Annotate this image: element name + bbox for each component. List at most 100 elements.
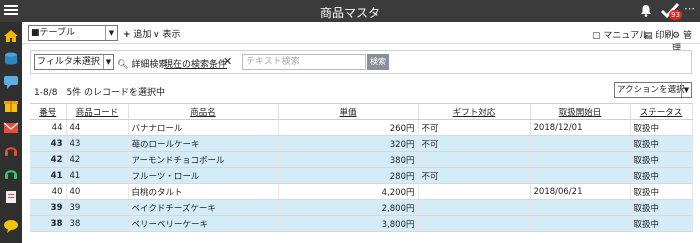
cell-price: 4,200円	[278, 183, 419, 200]
gear-icon: ⚙	[672, 31, 681, 41]
cell-name: アーモンドチョコボール	[128, 151, 279, 168]
cell-code: 39	[66, 199, 129, 216]
notification-badge: 93	[669, 10, 682, 20]
chevron-down-icon: ▼	[105, 26, 117, 40]
chevron-down-icon: ▼	[103, 55, 113, 69]
cell-name: フルーツ・ロール	[128, 167, 279, 184]
gift-icon[interactable]	[3, 97, 19, 113]
table-row[interactable]: 43 43 苺のロールケーキ 320円 不可 取扱中	[30, 135, 693, 152]
table-row[interactable]: 42 42 アーモンドチョコボール 380円 取扱中	[30, 151, 693, 168]
cell-code: 43	[66, 135, 129, 152]
detail-search-label: 詳細検索	[131, 60, 168, 70]
support-icon[interactable]	[3, 143, 19, 159]
current-conditions-link[interactable]: 現在の検索条件	[164, 57, 227, 70]
manual-link[interactable]: ▢ マニュアル	[592, 28, 648, 41]
cell-no: 38	[30, 215, 67, 232]
home-icon[interactable]	[3, 28, 19, 44]
cell-name: 白桃のタルト	[128, 183, 279, 200]
cell-name: ベイクドチーズケーキ	[128, 199, 279, 216]
chevron-down-icon: ▼	[681, 83, 691, 97]
cell-no: 41	[30, 167, 67, 184]
cell-code: 41	[66, 167, 129, 184]
cell-gift: 不可	[418, 119, 531, 136]
cell-no: 40	[30, 183, 67, 200]
column-header-status[interactable]: ステータス	[630, 103, 693, 120]
manual-icon: ▢	[592, 31, 601, 41]
cell-no: 43	[30, 135, 67, 152]
cell-start-date: 2018/06/21	[530, 183, 631, 200]
text-search-input[interactable]: テキスト検索	[242, 54, 366, 70]
clear-filter-icon[interactable]: ✕	[223, 55, 232, 68]
cell-no: 42	[30, 151, 67, 168]
cell-code: 40	[66, 183, 129, 200]
column-header-price[interactable]: 単価	[278, 103, 419, 120]
table-header-row: 番号 商品コード 商品名 単価 ギフト対応 取扱開始日 ステータス	[30, 103, 693, 120]
table-row[interactable]: 38 38 ベリーベリーケーキ 3,800円 取扱中	[30, 215, 693, 232]
chat-icon[interactable]	[3, 74, 19, 90]
cell-code: 42	[66, 151, 129, 168]
filter-bar: フィルタ未選択 ▼ 🔍︎ 詳細検索 現在の検索条件 ✕ テキスト検索 検索	[30, 50, 692, 74]
cell-code: 38	[66, 215, 129, 232]
print-label: 印刷	[655, 31, 674, 41]
action-select-value: アクションを選択	[617, 85, 685, 95]
cell-status: 取扱中	[630, 199, 693, 216]
chevron-down-icon: ∨	[153, 30, 160, 40]
filter-select[interactable]: フィルタ未選択 ▼	[34, 54, 114, 70]
search-icon: 🔍︎	[117, 60, 129, 70]
cell-start-date	[530, 167, 631, 184]
cell-gift	[418, 151, 531, 168]
cell-price: 320円	[278, 135, 419, 152]
add-button[interactable]: + 追加	[123, 27, 151, 40]
mail-icon[interactable]	[3, 120, 19, 136]
cell-name: バナナロール	[128, 119, 279, 136]
cell-start-date	[530, 151, 631, 168]
column-header-code[interactable]: 商品コード	[66, 103, 129, 120]
table-body: 44 44 バナナロール 260円 不可 2018/12/01 取扱中 43 4…	[30, 119, 693, 232]
filter-select-value: フィルタ未選択	[37, 57, 100, 67]
app-header: 商品マスタ 93 ⋯	[0, 0, 700, 22]
bell-icon[interactable]	[640, 4, 652, 17]
cell-status: 取扱中	[630, 183, 693, 200]
column-header-start-date[interactable]: 取扱開始日	[530, 103, 631, 120]
left-sidebar	[0, 22, 22, 243]
manual-label: マニュアル	[603, 31, 649, 41]
cell-status: 取扱中	[630, 151, 693, 168]
cell-price: 260円	[278, 119, 419, 136]
toolbar: ■テーブル ▼ + 追加 ∨ 表示 ▢ マニュアル ▤ 印刷 ⚙ 管理	[22, 22, 700, 54]
cell-gift	[418, 215, 531, 232]
print-link[interactable]: ▤ 印刷	[644, 28, 673, 41]
table-row[interactable]: 44 44 バナナロール 260円 不可 2018/12/01 取扱中	[30, 119, 693, 136]
display-button[interactable]: ∨ 表示	[153, 27, 180, 40]
cell-gift: 不可	[418, 167, 531, 184]
cell-start-date	[530, 215, 631, 232]
column-header-gift[interactable]: ギフト対応	[418, 103, 531, 120]
view-select[interactable]: ■テーブル ▼	[28, 25, 118, 41]
cell-price: 2,800円	[278, 199, 419, 216]
detail-search-link[interactable]: 🔍︎ 詳細検索	[117, 57, 167, 70]
cell-status: 取扱中	[630, 135, 693, 152]
table-row[interactable]: 39 39 ベイクドチーズケーキ 2,800円 取扱中	[30, 199, 693, 216]
cell-name: 苺のロールケーキ	[128, 135, 279, 152]
cell-status: 取扱中	[630, 167, 693, 184]
more-options-icon[interactable]: ⋯	[684, 2, 695, 15]
table-row[interactable]: 40 40 白桃のタルト 4,200円 2018/06/21 取扱中	[30, 183, 693, 200]
table-row[interactable]: 41 41 フルーツ・ロール 280円 不可 取扱中	[30, 167, 693, 184]
column-header-no[interactable]: 番号	[30, 103, 67, 120]
cell-name: ベリーベリーケーキ	[128, 215, 279, 232]
record-count-text: 1-8/8 5件 のレコードを選択中	[34, 88, 166, 98]
cell-gift: 不可	[418, 135, 531, 152]
add-button-label: 追加	[133, 30, 152, 40]
action-select[interactable]: アクションを選択 ▼	[614, 82, 692, 98]
comment-icon[interactable]	[3, 218, 19, 234]
cell-status: 取扱中	[630, 119, 693, 136]
search-button[interactable]: 検索	[367, 54, 389, 70]
column-header-name[interactable]: 商品名	[128, 103, 279, 120]
cell-code: 44	[66, 119, 129, 136]
cell-start-date	[530, 199, 631, 216]
headset-icon[interactable]	[3, 166, 19, 182]
cell-gift	[418, 183, 531, 200]
printer-icon: ▤	[644, 31, 653, 41]
database-icon[interactable]	[3, 51, 19, 67]
document-icon[interactable]	[3, 189, 19, 205]
cell-no: 44	[30, 119, 67, 136]
